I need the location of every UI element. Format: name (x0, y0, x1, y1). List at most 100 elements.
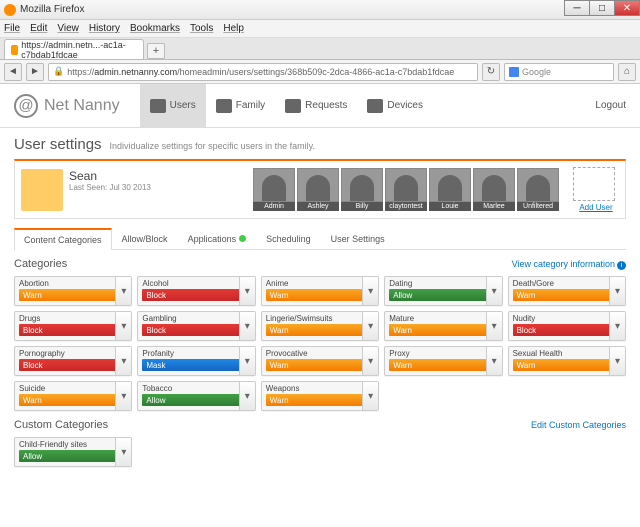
brand-name: Net Nanny (44, 97, 120, 115)
chevron-down-icon[interactable]: ▾ (486, 312, 502, 340)
categories-heading: Categories (14, 258, 67, 270)
category-anime[interactable]: AnimeWarn▾ (261, 276, 379, 306)
add-user-link[interactable]: Add User (573, 203, 619, 212)
user-thumb-claytontest[interactable]: claytontest (385, 168, 427, 211)
category-dating[interactable]: DatingAllow▾ (384, 276, 502, 306)
category-gambling[interactable]: GamblingBlock▾ (137, 311, 255, 341)
category-tobacco[interactable]: TobaccoAllow▾ (137, 381, 255, 411)
address-bar[interactable]: 🔒 https:// admin.netnanny.com /homeadmin… (48, 63, 478, 81)
category-name: Mature (385, 312, 501, 323)
category-pornography[interactable]: PornographyBlock▾ (14, 346, 132, 376)
search-field[interactable]: Google (504, 63, 614, 81)
category-name: Sexual Health (509, 347, 625, 358)
menu-tools[interactable]: Tools (190, 23, 213, 34)
user-thumb-label: Marlee (473, 202, 515, 211)
category-sexual-health[interactable]: Sexual HealthWarn▾ (508, 346, 626, 376)
user-thumb-label: claytontest (385, 202, 427, 211)
category-action: Allow (19, 450, 127, 462)
page-content: @ Net Nanny UsersFamilyRequestsDevices L… (0, 84, 640, 527)
category-weapons[interactable]: WeaponsWarn▾ (261, 381, 379, 411)
category-action: Allow (389, 289, 497, 301)
android-icon (239, 235, 246, 242)
chevron-down-icon[interactable]: ▾ (362, 312, 378, 340)
minimize-button[interactable]: ─ (564, 0, 590, 16)
category-profanity[interactable]: ProfanityMask▾ (137, 346, 255, 376)
menu-view[interactable]: View (57, 23, 79, 34)
subtab-applications[interactable]: Applications (178, 227, 257, 249)
user-thumb-louie[interactable]: Louie (429, 168, 471, 211)
maximize-button[interactable]: □ (589, 0, 615, 16)
avatar (297, 168, 339, 202)
category-alcohol[interactable]: AlcoholBlock▾ (137, 276, 255, 306)
subtab-content-categories[interactable]: Content Categories (14, 228, 112, 250)
subtab-user-settings[interactable]: User Settings (321, 227, 395, 249)
category-drugs[interactable]: DrugsBlock▾ (14, 311, 132, 341)
category-proxy[interactable]: ProxyWarn▾ (384, 346, 502, 376)
chevron-down-icon[interactable]: ▾ (239, 277, 255, 305)
category-name: Tobacco (138, 382, 254, 393)
reload-button[interactable]: ↻ (482, 63, 500, 81)
close-button[interactable]: ✕ (614, 0, 640, 16)
menu-file[interactable]: File (4, 23, 20, 34)
chevron-down-icon[interactable]: ▾ (115, 438, 131, 466)
chevron-down-icon[interactable]: ▾ (115, 382, 131, 410)
chevron-down-icon[interactable]: ▾ (115, 312, 131, 340)
page-title: User settings (14, 136, 102, 153)
subtab-scheduling[interactable]: Scheduling (256, 227, 321, 249)
nav-family[interactable]: Family (206, 84, 275, 128)
chevron-down-icon[interactable]: ▾ (609, 277, 625, 305)
nav-users[interactable]: Users (140, 84, 206, 128)
subtab-allow-block[interactable]: Allow/Block (112, 227, 178, 249)
category-abortion[interactable]: AbortionWarn▾ (14, 276, 132, 306)
user-thumb-billy[interactable]: Billy (341, 168, 383, 211)
menu-help[interactable]: Help (223, 23, 244, 34)
chevron-down-icon[interactable]: ▾ (609, 312, 625, 340)
chevron-down-icon[interactable]: ▾ (115, 347, 131, 375)
category-death-gore[interactable]: Death/GoreWarn▾ (508, 276, 626, 306)
view-category-info-link[interactable]: View category informationi (512, 259, 626, 270)
chevron-down-icon[interactable]: ▾ (115, 277, 131, 305)
edit-custom-categories-link[interactable]: Edit Custom Categories (531, 420, 626, 430)
category-name: Suicide (15, 382, 131, 393)
back-button[interactable]: ◄ (4, 63, 22, 81)
nav-devices[interactable]: Devices (357, 84, 433, 128)
logout-link[interactable]: Logout (595, 100, 626, 111)
forward-button[interactable]: ► (26, 63, 44, 81)
category-action: Warn (19, 289, 127, 301)
chevron-down-icon[interactable]: ▾ (362, 347, 378, 375)
chevron-down-icon[interactable]: ▾ (239, 312, 255, 340)
chevron-down-icon[interactable]: ▾ (362, 277, 378, 305)
category-action: Block (142, 289, 250, 301)
category-lingerie-swimsuits[interactable]: Lingerie/SwimsuitsWarn▾ (261, 311, 379, 341)
chevron-down-icon[interactable]: ▾ (362, 382, 378, 410)
category-name: Gambling (138, 312, 254, 323)
category-name: Weapons (262, 382, 378, 393)
home-button[interactable]: ⌂ (618, 63, 636, 81)
user-thumb-admin[interactable]: Admin (253, 168, 295, 211)
user-thumb-marlee[interactable]: Marlee (473, 168, 515, 211)
user-thumb-unfiltered[interactable]: Unfiltered (517, 168, 559, 211)
users-icon (150, 99, 166, 113)
category-name: Profanity (138, 347, 254, 358)
user-thumb-ashley[interactable]: Ashley (297, 168, 339, 211)
category-provocative[interactable]: ProvocativeWarn▾ (261, 346, 379, 376)
chevron-down-icon[interactable]: ▾ (239, 347, 255, 375)
devices-icon (367, 99, 383, 113)
chevron-down-icon[interactable]: ▾ (486, 277, 502, 305)
chevron-down-icon[interactable]: ▾ (486, 347, 502, 375)
menu-history[interactable]: History (89, 23, 120, 34)
category-mature[interactable]: MatureWarn▾ (384, 311, 502, 341)
family-icon (216, 99, 232, 113)
category-child-friendly-sites[interactable]: Child-Friendly sitesAllow▾ (14, 437, 132, 467)
url-path: /homeadmin/users/settings/368b509c-2dca-… (177, 67, 454, 77)
menu-bookmarks[interactable]: Bookmarks (130, 23, 180, 34)
browser-tab[interactable]: https://admin.netn...-ac1a-c7bdab1fdcae (4, 39, 144, 59)
menu-edit[interactable]: Edit (30, 23, 47, 34)
new-tab-button[interactable]: + (147, 43, 165, 59)
category-suicide[interactable]: SuicideWarn▾ (14, 381, 132, 411)
nav-requests[interactable]: Requests (275, 84, 357, 128)
chevron-down-icon[interactable]: ▾ (239, 382, 255, 410)
category-nudity[interactable]: NudityBlock▾ (508, 311, 626, 341)
add-user-box[interactable] (573, 167, 615, 201)
chevron-down-icon[interactable]: ▾ (609, 347, 625, 375)
